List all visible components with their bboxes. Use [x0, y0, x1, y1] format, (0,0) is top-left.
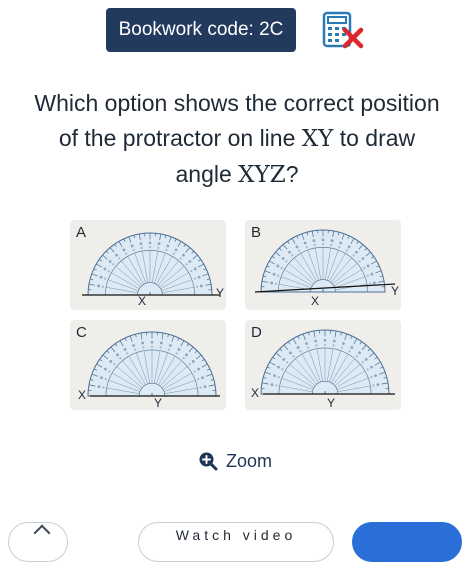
line-xy-math: XY: [302, 126, 334, 152]
x-label: X: [251, 386, 259, 400]
protractor-diagram: [245, 320, 401, 410]
option-d-card[interactable]: D X Y: [245, 320, 401, 410]
protractor-diagram: [70, 220, 226, 310]
watch-video-label: Watch video: [139, 527, 333, 543]
watch-video-button[interactable]: Watch video: [138, 522, 334, 562]
calculator-not-allowed-icon: [321, 10, 367, 52]
x-label: X: [138, 294, 146, 308]
x-label: X: [311, 294, 319, 308]
angle-xyz-math: XYZ: [238, 162, 286, 188]
answer-button[interactable]: [352, 522, 462, 562]
question-line-3: angle XYZ?: [0, 157, 474, 193]
protractor-diagram: [245, 220, 401, 310]
y-label: Y: [391, 284, 399, 298]
question-line-2: of the protractor on line XY to draw: [0, 121, 474, 157]
question-line-1: Which option shows the correct position: [0, 86, 474, 121]
zoom-label: Zoom: [226, 451, 272, 472]
x-label: X: [78, 388, 86, 402]
bookwork-code-label: Bookwork code: 2C: [119, 19, 284, 41]
option-c-card[interactable]: C X Y: [70, 320, 226, 410]
y-label: Y: [154, 396, 162, 410]
option-b-card[interactable]: B X Y: [245, 220, 401, 310]
back-button[interactable]: [8, 522, 68, 562]
y-label: Y: [216, 286, 224, 300]
zoom-button[interactable]: Zoom: [198, 449, 272, 473]
question-text: Which option shows the correct position …: [0, 86, 474, 193]
chevron-left-icon: [34, 525, 51, 542]
bookwork-code-badge: Bookwork code: 2C: [106, 8, 296, 52]
option-a-card[interactable]: A X Y: [70, 220, 226, 310]
zoom-in-icon: [198, 451, 218, 471]
y-label: Y: [327, 396, 335, 410]
protractor-diagram: [70, 320, 226, 410]
